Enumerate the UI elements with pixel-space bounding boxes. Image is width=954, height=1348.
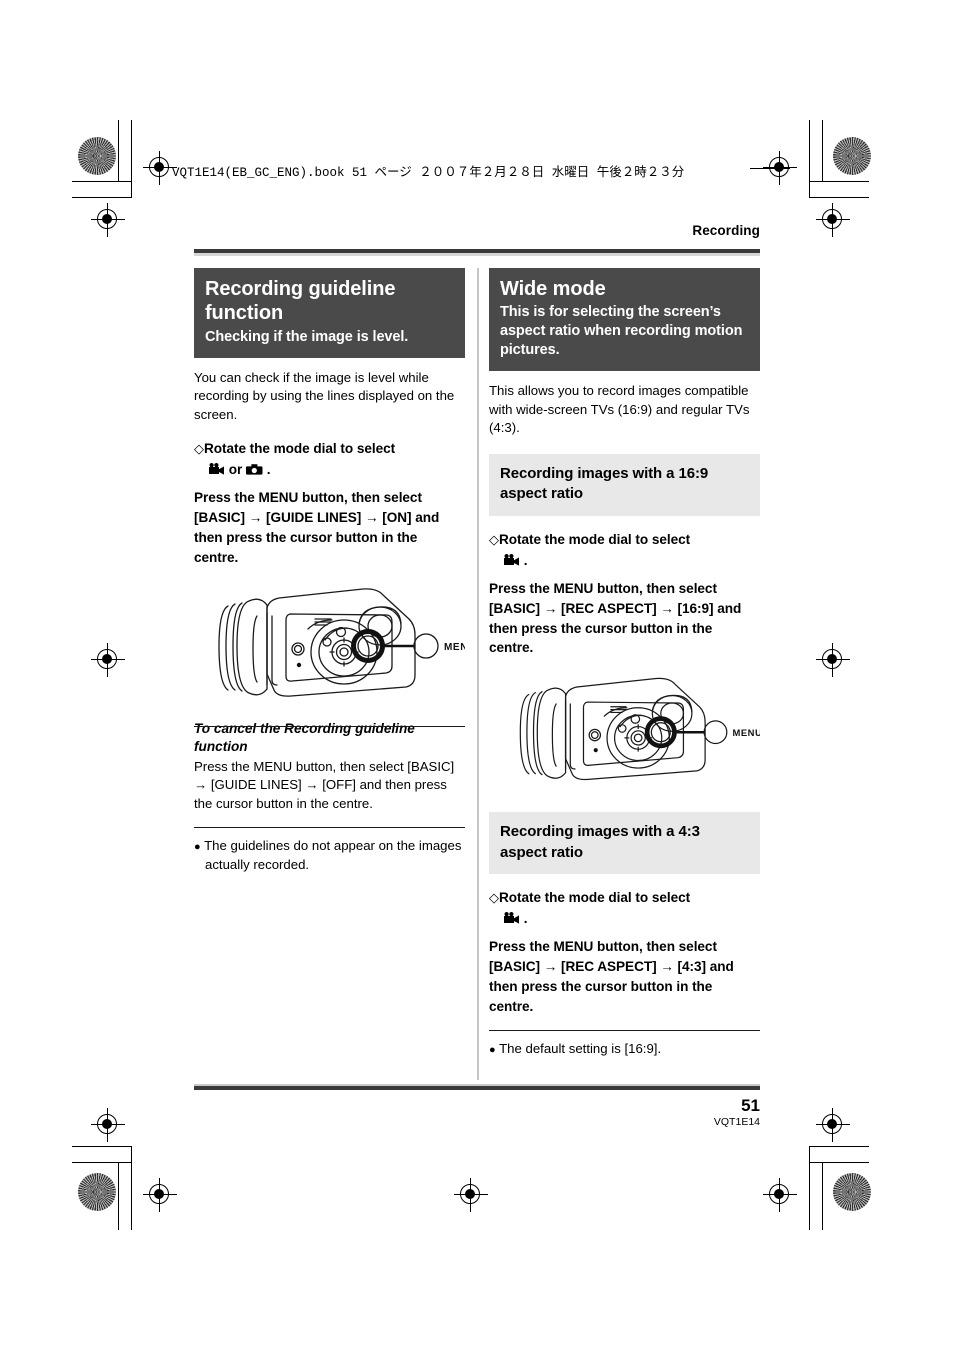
crop-line xyxy=(118,1162,120,1230)
right-column: Wide mode This is for selecting the scre… xyxy=(489,268,760,1059)
footer-folio: 51 VQT1E14 xyxy=(560,1096,760,1128)
bullet-icon: ● xyxy=(489,1044,496,1057)
left-note-text: The guidelines do not appear on the imag… xyxy=(204,838,462,872)
left-mode-icons-line: or . xyxy=(194,460,465,482)
crop-line xyxy=(822,120,824,182)
registration-target-upper-left xyxy=(91,203,125,237)
steps-4-3-press: Press the MENU button, then select [BASI… xyxy=(489,938,734,1014)
subhead-16-9: Recording images with a 16:9 aspect rati… xyxy=(489,454,760,516)
registration-target-bottom-center xyxy=(454,1178,488,1212)
running-head: Recording xyxy=(692,223,760,238)
crop-line xyxy=(72,1146,132,1148)
figure-rule xyxy=(194,725,465,727)
left-banner-subtitle: Checking if the image is level. xyxy=(205,328,409,345)
footer-rule xyxy=(194,1084,760,1090)
doc-code: VQT1E14 xyxy=(713,1115,760,1128)
left-note: ● The guidelines do not appear on the im… xyxy=(194,837,465,874)
left-column: Recording guideline function Checking if… xyxy=(194,268,465,874)
crop-line xyxy=(809,1146,811,1230)
left-step-rotate-text: Rotate the mode dial to select xyxy=(203,440,396,456)
subhead-4-3: Recording images with a 4:3 aspect ratio xyxy=(489,812,760,874)
mode-icon-line-16-9: . xyxy=(489,551,760,573)
right-banner-subtitle: This is for selecting the screen’s aspec… xyxy=(500,304,743,359)
video-camera-icon xyxy=(503,911,520,931)
registration-target-bottom-right xyxy=(763,1178,797,1212)
right-note-separator-rule xyxy=(489,1029,760,1032)
left-intro-text: You can check if the image is level whil… xyxy=(194,369,455,423)
left-mode-icons-separator: or xyxy=(228,461,243,477)
left-step-press: Press the MENU button, then select [BASI… xyxy=(194,489,440,565)
right-note: ● The default setting is [16:9]. xyxy=(489,1040,760,1059)
print-header-line: VQT1E14(EB_GC_ENG).book 51 ページ ２００７年２月２８… xyxy=(172,166,685,180)
steps-4-3-rotate-text: Rotate the mode dial to select xyxy=(498,889,691,905)
crop-line xyxy=(809,1146,869,1148)
crop-line xyxy=(72,197,132,199)
note-separator-rule xyxy=(194,826,465,829)
mode-icon-line-4-3: . xyxy=(489,909,760,931)
diamond-icon: ◇ xyxy=(489,889,499,905)
crop-line xyxy=(809,181,869,183)
page-number: 51 xyxy=(741,1096,760,1115)
right-note-text: The default setting is [16:9]. xyxy=(499,1041,662,1057)
header-rule xyxy=(194,249,760,256)
header-dash-rule xyxy=(750,168,790,170)
registration-target-upper-right xyxy=(816,203,850,237)
left-steps: ◇Rotate the mode dial to select or . Pre… xyxy=(194,439,465,568)
camcorder-figure-left: MENU xyxy=(194,580,465,727)
registration-target-lower-left xyxy=(91,1108,125,1142)
left-mode-icons-period: . xyxy=(266,461,271,477)
registration-rosette-bottom-left xyxy=(78,1173,116,1211)
right-banner-title: Wide mode xyxy=(500,278,606,300)
crop-line xyxy=(809,120,811,198)
steps-16-9-press: Press the MENU button, then select [BASI… xyxy=(489,580,742,656)
video-camera-icon xyxy=(208,462,225,482)
steps-16-9-rotate-text: Rotate the mode dial to select xyxy=(498,531,691,547)
crop-line xyxy=(118,120,120,182)
crop-line xyxy=(72,181,132,183)
registration-target-lower-right xyxy=(816,1108,850,1142)
crop-line xyxy=(809,197,869,199)
registration-target-mid-right xyxy=(816,643,850,677)
crop-line xyxy=(822,1162,824,1230)
registration-target-mid-left xyxy=(91,643,125,677)
crop-line xyxy=(131,120,133,198)
page-content: Recording Recording guideline function C… xyxy=(194,200,760,1130)
left-banner-title: Recording guideline function xyxy=(205,278,396,325)
svg-text:MENU: MENU xyxy=(444,642,465,653)
right-intro-text: This allows you to record images compati… xyxy=(489,382,750,436)
registration-rosette-bottom-right xyxy=(833,1173,871,1211)
steps-4-3: ◇Rotate the mode dial to select . Press … xyxy=(489,888,760,1017)
right-banner: Wide mode This is for selecting the scre… xyxy=(489,268,760,371)
camcorder-figure-right: MENU xyxy=(489,670,760,802)
diamond-icon: ◇ xyxy=(194,440,204,456)
crop-line xyxy=(809,1162,869,1164)
svg-text:MENU: MENU xyxy=(732,727,760,738)
mode-icon-period-16-9: . xyxy=(523,552,528,568)
crop-line xyxy=(131,1146,133,1230)
video-camera-icon xyxy=(503,553,520,573)
cancel-body: Press the MENU button, then select [BASI… xyxy=(194,758,455,811)
steps-16-9: ◇Rotate the mode dial to select . Press … xyxy=(489,530,760,659)
diamond-icon: ◇ xyxy=(489,531,499,547)
still-camera-icon xyxy=(245,462,263,482)
crop-line xyxy=(72,1162,132,1164)
registration-target-bottom-left xyxy=(143,1178,177,1212)
registration-rosette-top-right xyxy=(833,137,871,175)
registration-rosette-top-left xyxy=(78,137,116,175)
column-divider xyxy=(477,268,479,1080)
bullet-icon: ● xyxy=(194,841,201,854)
mode-icon-period-4-3: . xyxy=(523,910,528,926)
left-banner: Recording guideline function Checking if… xyxy=(194,268,465,358)
